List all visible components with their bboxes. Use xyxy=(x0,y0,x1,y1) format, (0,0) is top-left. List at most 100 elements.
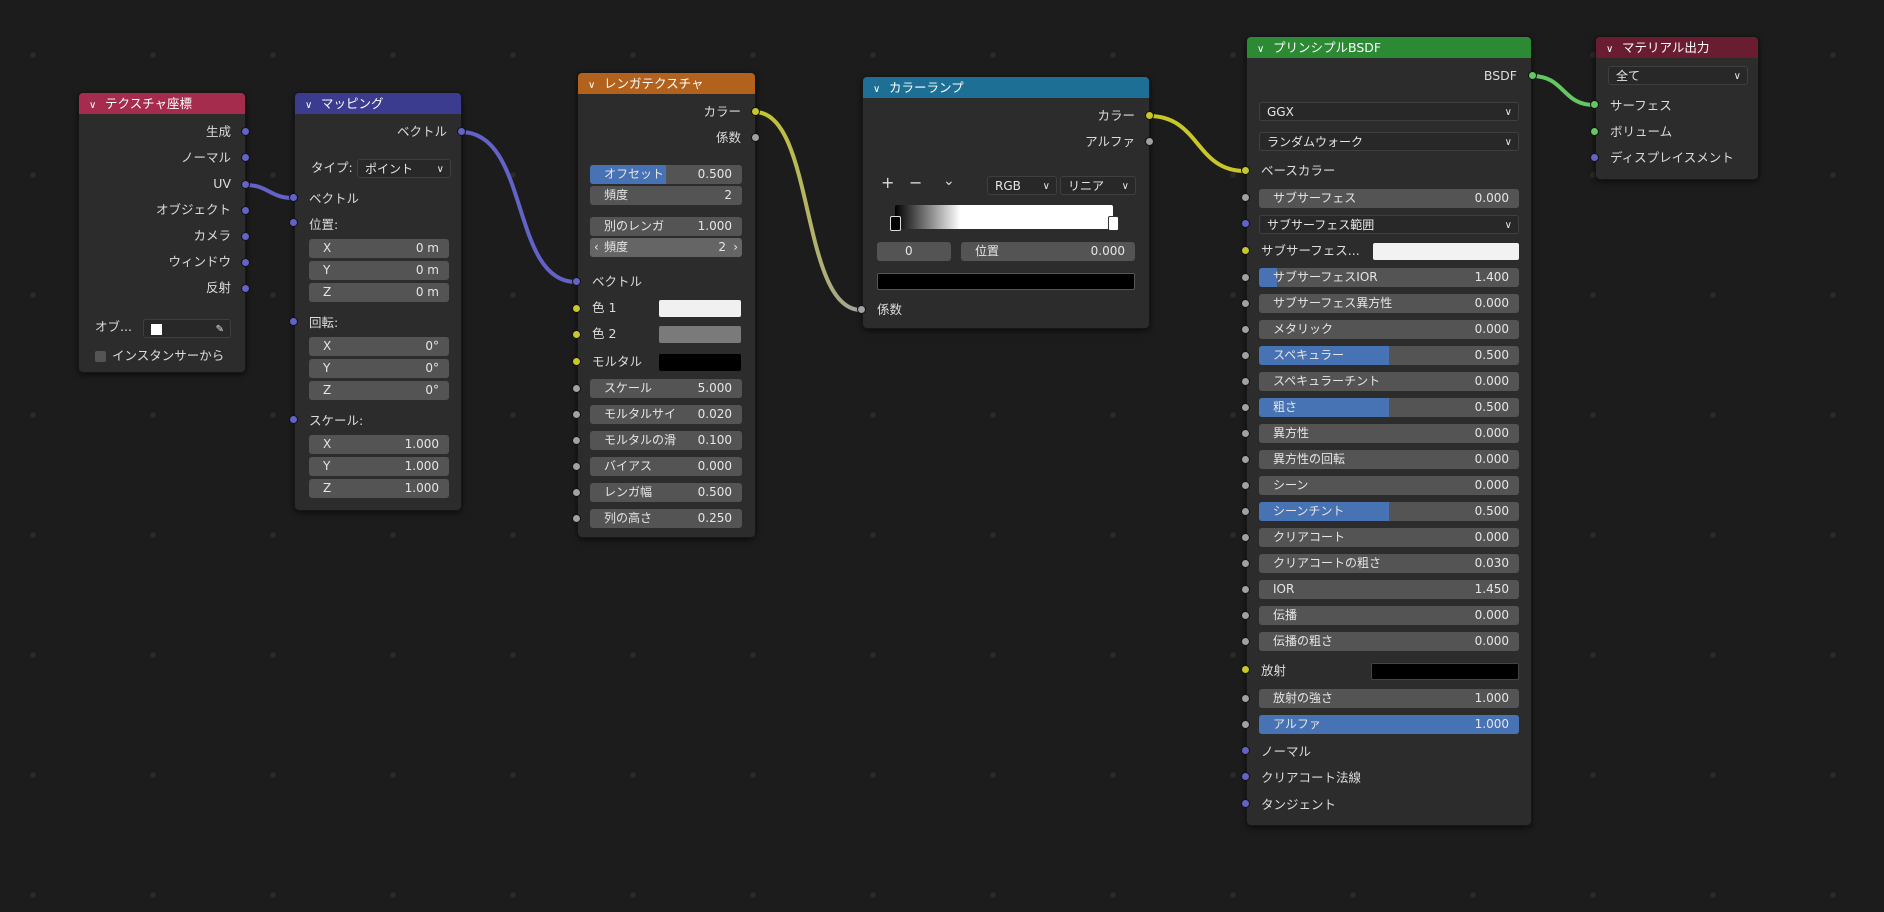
socket-specular-in[interactable] xyxy=(1241,351,1250,360)
subsurface-color-swatch[interactable] xyxy=(1373,243,1519,260)
mortar-size-field[interactable]: モルタルサイ 0.020 xyxy=(590,405,742,424)
transmission-roughness-field[interactable]: 伝播の粗さ 0.000 xyxy=(1259,632,1519,651)
socket-sheen-in[interactable] xyxy=(1241,481,1250,490)
emission-strength-field[interactable]: 放射の強さ 1.000 xyxy=(1259,689,1519,708)
offset-field[interactable]: オフセット 0.500 xyxy=(590,165,742,184)
object-picker[interactable]: ✎ xyxy=(143,319,231,338)
collapse-chevron-icon[interactable]: ∨ xyxy=(305,95,315,114)
emission-color-swatch[interactable] xyxy=(1371,663,1519,680)
target-dropdown[interactable]: 全て ∨ xyxy=(1608,66,1748,85)
metallic-field[interactable]: メタリック 0.000 xyxy=(1259,320,1519,339)
subsurface-method-dropdown[interactable]: ランダムウォーク ∨ xyxy=(1259,132,1519,151)
socket-tangent-in[interactable] xyxy=(1241,799,1250,808)
socket-aniso-rotation-in[interactable] xyxy=(1241,455,1250,464)
socket-rotation-in[interactable] xyxy=(289,317,298,326)
mortar-swatch[interactable] xyxy=(659,354,741,371)
socket-displacement-in[interactable] xyxy=(1590,153,1599,162)
material-output-header[interactable]: ∨ マテリアル出力 xyxy=(1596,37,1758,58)
socket-scale-in[interactable] xyxy=(572,384,581,393)
socket-uv-out[interactable] xyxy=(241,180,250,189)
clearcoat-field[interactable]: クリアコート 0.000 xyxy=(1259,528,1519,547)
color2-swatch[interactable] xyxy=(659,326,741,343)
socket-row-height-in[interactable] xyxy=(572,514,581,523)
eyedropper-icon[interactable]: ✎ xyxy=(216,320,224,339)
rotation-z[interactable]: Z 0° xyxy=(309,381,449,400)
location-y[interactable]: Y0 m xyxy=(309,261,449,280)
socket-subsurface-aniso-in[interactable] xyxy=(1241,299,1250,308)
rotation-y[interactable]: Y 0° xyxy=(309,359,449,378)
socket-subsurface-radius-in[interactable] xyxy=(1241,219,1250,228)
color1-swatch[interactable] xyxy=(659,300,741,317)
socket-clearcoat-normal-in[interactable] xyxy=(1241,772,1250,781)
socket-mapping-vector-in[interactable] xyxy=(289,193,298,202)
socket-subsurface-ior-in[interactable] xyxy=(1241,273,1250,282)
collapse-chevron-icon[interactable]: ∨ xyxy=(873,79,883,98)
socket-anisotropic-in[interactable] xyxy=(1241,429,1250,438)
clearcoat-roughness-field[interactable]: クリアコートの粗さ 0.030 xyxy=(1259,554,1519,573)
socket-mortar-smooth-in[interactable] xyxy=(572,436,581,445)
scale-z[interactable]: Z 1.000 xyxy=(309,479,449,498)
socket-alpha-in[interactable] xyxy=(1241,720,1250,729)
subsurface-anisotropy-field[interactable]: サブサーフェス異方性 0.000 xyxy=(1259,294,1519,313)
anisotropic-rotation-field[interactable]: 異方性の回転 0.000 xyxy=(1259,450,1519,469)
specular-field[interactable]: スペキュラー 0.500 xyxy=(1259,346,1519,365)
principled-bsdf-header[interactable]: ∨ プリンシプルBSDF xyxy=(1247,37,1531,58)
socket-bsdf-out[interactable] xyxy=(1528,71,1537,80)
mortar-smooth-field[interactable]: モルタルの滑 0.100 xyxy=(590,431,742,450)
socket-transmission-in[interactable] xyxy=(1241,611,1250,620)
socket-scale-in[interactable] xyxy=(289,415,298,424)
color-ramp-gradient[interactable] xyxy=(895,205,1113,229)
scale-y[interactable]: Y 1.000 xyxy=(309,457,449,476)
socket-color2-in[interactable] xyxy=(572,330,581,339)
subsurface-radius-dropdown[interactable]: サブサーフェス範囲 ∨ xyxy=(1259,215,1519,234)
ior-field[interactable]: IOR 1.450 xyxy=(1259,580,1519,599)
socket-specular-tint-in[interactable] xyxy=(1241,377,1250,386)
socket-mortar-size-in[interactable] xyxy=(572,410,581,419)
brick-texture-node[interactable]: ∨ レンガテクスチャ カラー 係数 オフセット 0.500 頻度 2 別のレンガ 1.0… xyxy=(577,72,756,538)
add-stop-icon[interactable]: + xyxy=(881,173,894,192)
socket-location-in[interactable] xyxy=(289,218,298,227)
link-brick-color-to-ramp-fac[interactable] xyxy=(754,110,862,312)
collapse-chevron-icon[interactable]: ∨ xyxy=(89,95,99,114)
brick-width-field[interactable]: レンガ幅 0.500 xyxy=(590,483,742,502)
mapping-header[interactable]: ∨ マッピング xyxy=(295,93,461,114)
interpolation-dropdown[interactable]: リニア ∨ xyxy=(1060,176,1136,195)
socket-ramp-alpha-out[interactable] xyxy=(1145,137,1154,146)
color-ramp-node[interactable]: ∨ カラーランプ カラー アルファ + − ⌄ RGB ∨ リニア ∨ 0 位置 0.0… xyxy=(862,76,1150,329)
stop-color-swatch[interactable] xyxy=(877,273,1135,290)
socket-mapping-vector-out[interactable] xyxy=(457,127,466,136)
remove-stop-icon[interactable]: − xyxy=(909,173,922,192)
roughness-field[interactable]: 粗さ 0.500 xyxy=(1259,398,1519,417)
location-z[interactable]: Z0 m xyxy=(309,283,449,302)
socket-clearcoat-rough-in[interactable] xyxy=(1241,559,1250,568)
squash-frequency-field[interactable]: ‹ 頻度 2 › xyxy=(590,238,742,257)
squash-field[interactable]: 別のレンガ 1.000 xyxy=(590,217,742,236)
from-instancer-row[interactable]: インスタンサーから xyxy=(95,345,245,367)
link-bsdf-to-surface[interactable] xyxy=(1531,74,1595,107)
from-instancer-checkbox[interactable] xyxy=(95,351,106,362)
socket-generated-out[interactable] xyxy=(241,127,250,136)
socket-roughness-in[interactable] xyxy=(1241,403,1250,412)
color-mode-dropdown[interactable]: RGB ∨ xyxy=(987,176,1057,195)
socket-ramp-color-out[interactable] xyxy=(1145,111,1154,120)
socket-clearcoat-in[interactable] xyxy=(1241,533,1250,542)
socket-object-out[interactable] xyxy=(241,206,250,215)
socket-ramp-fac-in[interactable] xyxy=(857,305,866,314)
ramp-stop-black[interactable] xyxy=(890,216,901,231)
socket-bias-in[interactable] xyxy=(572,462,581,471)
socket-surface-in[interactable] xyxy=(1590,100,1599,109)
increment-arrow-icon[interactable]: › xyxy=(733,238,738,257)
anisotropic-field[interactable]: 異方性 0.000 xyxy=(1259,424,1519,443)
ramp-menu-icon[interactable]: ⌄ xyxy=(943,173,955,189)
ramp-stop-white[interactable] xyxy=(1108,216,1119,231)
socket-transmission-rough-in[interactable] xyxy=(1241,637,1250,646)
socket-brick-vector-in[interactable] xyxy=(572,277,581,286)
socket-ior-in[interactable] xyxy=(1241,585,1250,594)
mapping-type-dropdown[interactable]: ポイント ∨ xyxy=(357,159,451,178)
link-ramp-color-to-base-color[interactable] xyxy=(1148,114,1246,173)
transmission-field[interactable]: 伝播 0.000 xyxy=(1259,606,1519,625)
socket-subsurface-color-in[interactable] xyxy=(1241,246,1250,255)
collapse-chevron-icon[interactable]: ∨ xyxy=(588,75,598,94)
socket-emission-strength-in[interactable] xyxy=(1241,694,1250,703)
scale-field[interactable]: スケール 5.000 xyxy=(590,379,742,398)
